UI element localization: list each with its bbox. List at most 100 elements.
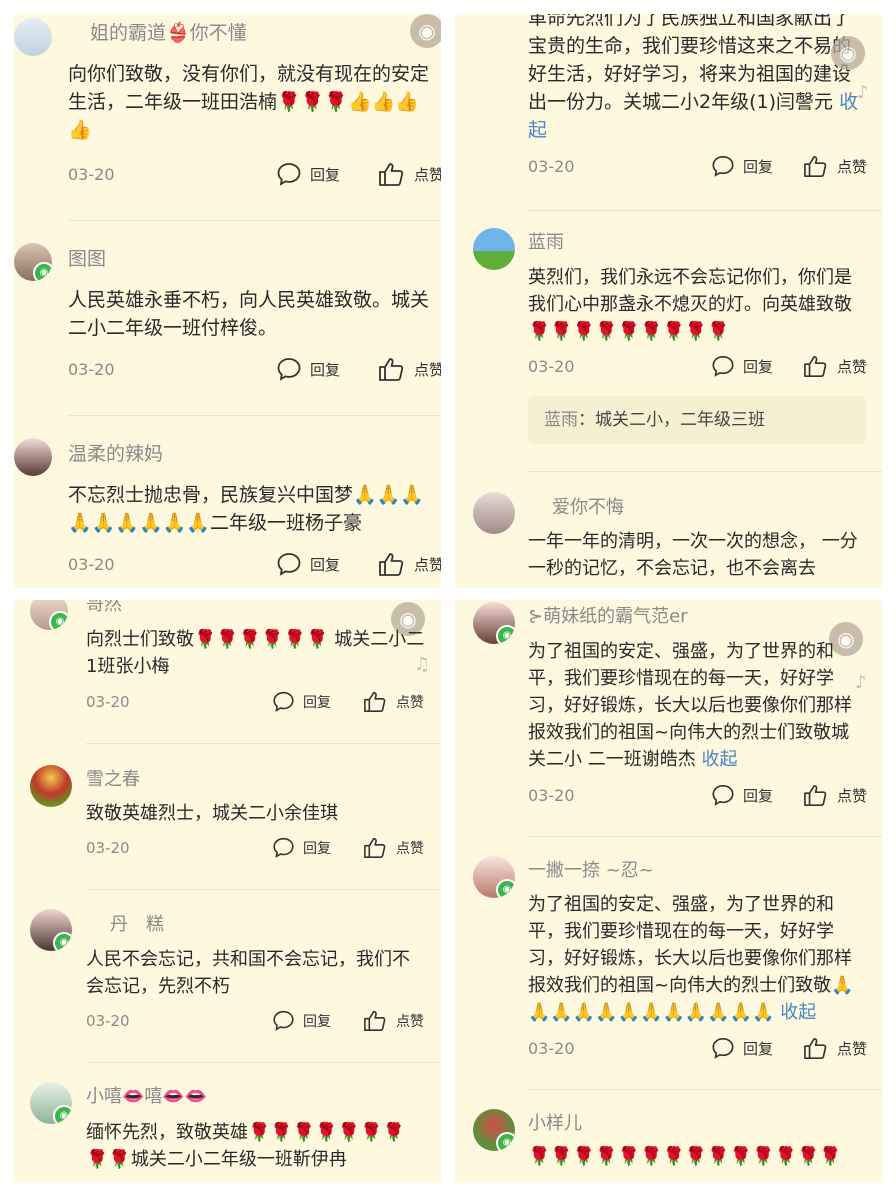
reply-author[interactable]: 蓝雨	[544, 410, 578, 430]
thumbs-up-icon	[364, 837, 386, 859]
comment-author[interactable]: 图图	[68, 244, 106, 271]
comment-date: 03-20	[528, 1039, 575, 1058]
like-button[interactable]: 点赞	[803, 1036, 867, 1060]
comment-text: 革命先烈们为了民族独立和国家献出了宝贵的生命，我们要珍惜这来之不易的好生活，好好…	[528, 14, 859, 141]
like-label: 点赞	[396, 840, 424, 857]
avatar[interactable]: ◉	[473, 1109, 515, 1151]
avatar[interactable]: ◉	[473, 856, 515, 898]
comment-panel-2[interactable]: 革命先烈们为了民族独立和国家献出了宝贵的生命，我们要珍惜这来之不易的好生活，好好…	[455, 14, 882, 588]
like-button[interactable]: 点赞	[803, 154, 867, 178]
reply-button[interactable]: 回复	[272, 836, 331, 859]
avatar[interactable]: ◉	[30, 1082, 72, 1124]
reply-button[interactable]: 回复	[276, 551, 340, 577]
comment-bubble-icon	[273, 1010, 294, 1031]
comment-author[interactable]: 丹 糕	[110, 910, 164, 936]
reply-label: 回复	[303, 840, 331, 857]
comment-author[interactable]: ⊱萌妹纸的霸气范er	[528, 602, 688, 628]
reply-box[interactable]: 蓝雨：城关二小，二年级三班	[528, 396, 866, 444]
reply-label: 回复	[310, 555, 341, 574]
like-label: 点赞	[837, 357, 868, 376]
like-button[interactable]: 点赞	[803, 783, 867, 807]
avatar[interactable]: ◉	[14, 243, 52, 281]
divider	[528, 210, 882, 211]
reply-button[interactable]: 回复	[272, 690, 331, 713]
like-label: 点赞	[414, 165, 441, 184]
divider	[86, 743, 441, 744]
reply-separator: ：	[578, 410, 595, 430]
reply-button[interactable]: 回复	[711, 783, 773, 807]
comment-author[interactable]: 小样儿	[528, 1109, 582, 1135]
comment-date: 03-20	[528, 157, 575, 176]
avatar[interactable]	[14, 18, 52, 56]
avatar[interactable]	[473, 228, 515, 270]
avatar[interactable]: ◉	[30, 600, 68, 630]
thumbs-up-icon	[804, 784, 827, 806]
music-float-icon[interactable]: ◉	[831, 36, 865, 70]
comment-text: 英烈们，我们永远不会忘记你们，你们是我们心中那盏永不熄灭的灯。向英雄致敬🌹🌹🌹🌹…	[528, 267, 852, 342]
comment-panel-1[interactable]: 姐的霸道👙你不懂 ◉ 向你们致敬，没有你们，就没有现在的安定生活，二年级一班田浩…	[14, 14, 441, 588]
thumbs-up-icon	[364, 691, 386, 713]
avatar[interactable]	[473, 492, 515, 534]
avatar[interactable]: ◉	[473, 602, 515, 644]
comment-text: 缅怀先烈，致敬英雄🌹🌹🌹🌹🌹🌹🌹🌹🌹城关二小二年级一班靳伊冉	[86, 1122, 405, 1170]
reply-button[interactable]: 回复	[272, 1009, 331, 1032]
comment-text: 致敬英雄烈士，城关二小余佳琪	[86, 803, 338, 824]
reply-button[interactable]: 回复	[711, 1036, 773, 1060]
comment-bubble-icon	[273, 837, 294, 858]
reply-label: 回复	[743, 357, 774, 376]
comment-bubble-icon	[712, 355, 734, 377]
thumbs-up-icon	[364, 1010, 386, 1032]
avatar[interactable]: ◉	[30, 909, 72, 951]
comment-text: 不忘烈士抛忠骨，民族复兴中国梦🙏🙏🙏🙏🙏🙏🙏🙏🙏二年级一班杨子豪	[68, 484, 424, 534]
like-button[interactable]: 点赞	[363, 690, 424, 713]
collapse-link[interactable]: 收起	[701, 749, 737, 770]
comment-author[interactable]: 爱你不悔	[552, 493, 624, 519]
comment-date: 03-20	[528, 357, 575, 376]
like-button[interactable]: 点赞	[378, 161, 441, 187]
wechat-badge-icon: ◉	[33, 262, 52, 281]
like-button[interactable]: 点赞	[803, 354, 867, 378]
reply-button[interactable]: 回复	[711, 154, 773, 178]
comment-author[interactable]: 一撇一捺 ~忍~	[528, 856, 654, 882]
avatar[interactable]	[30, 765, 72, 807]
reply-button[interactable]: 回复	[276, 161, 340, 187]
like-button[interactable]: 点赞	[363, 836, 424, 859]
comment-text: 向你们致敬，没有你们，就没有现在的安定生活，二年级一班田浩楠🌹🌹🌹👍👍👍👍	[68, 63, 430, 141]
reply-label: 回复	[310, 165, 341, 184]
reply-button[interactable]: 回复	[276, 356, 340, 382]
like-label: 点赞	[396, 694, 424, 711]
divider	[86, 1062, 441, 1063]
comment-author[interactable]: 雪之春	[86, 765, 140, 791]
reply-label: 回复	[303, 694, 331, 711]
collapse-link[interactable]: 收起	[780, 1002, 816, 1023]
thumbs-up-icon	[379, 163, 404, 186]
comment-author[interactable]: 哥然	[86, 600, 122, 616]
like-button[interactable]: 点赞	[363, 1009, 424, 1032]
music-note-icon: ♪	[857, 82, 869, 103]
comment-date: 03-20	[86, 1012, 130, 1030]
comment-author[interactable]: 温柔的辣妈	[68, 439, 163, 466]
wechat-badge-icon: ◉	[49, 611, 68, 630]
comment-bubble-icon	[277, 358, 301, 381]
comment-panel-3[interactable]: ◉ 哥然 ◉ ♫ 向烈士们致敬🌹🌹🌹🌹🌹🌹 城关二小二1班张小梅 03-20 回…	[14, 600, 441, 1182]
comment-bubble-icon	[277, 553, 301, 576]
comment-text: 人民不会忘记，共和国不会忘记，我们不会忘记，先烈不朽	[86, 949, 410, 997]
comment-date: 03-20	[86, 839, 130, 857]
avatar[interactable]	[14, 438, 52, 476]
comment-bubble-icon	[712, 1037, 734, 1059]
like-button[interactable]: 点赞	[378, 551, 441, 577]
comment-author[interactable]: 姐的霸道👙你不懂	[90, 18, 247, 45]
wechat-badge-icon: ◉	[496, 625, 515, 644]
divider	[528, 836, 882, 837]
thumbs-up-icon	[379, 553, 404, 576]
like-label: 点赞	[837, 1039, 868, 1058]
music-float-icon[interactable]: ◉	[410, 14, 441, 48]
comment-author[interactable]: 蓝雨	[528, 228, 564, 254]
comment-bubble-icon	[277, 163, 301, 186]
like-button[interactable]: 点赞	[378, 356, 441, 382]
comment-author[interactable]: 小嘻👄嘻👄👄	[86, 1082, 207, 1108]
reply-button[interactable]: 回复	[711, 354, 773, 378]
comment-panel-4[interactable]: ◉ ⊱萌妹纸的霸气范er ◉ ♪ 为了祖国的安定、强盛，为了世界的和平，我们要珍…	[455, 600, 882, 1182]
comment-text: 为了祖国的安定、强盛，为了世界的和平，我们要珍惜现在的每一天，好好学习，好好锻炼…	[528, 641, 852, 770]
thumbs-up-icon	[804, 155, 827, 177]
